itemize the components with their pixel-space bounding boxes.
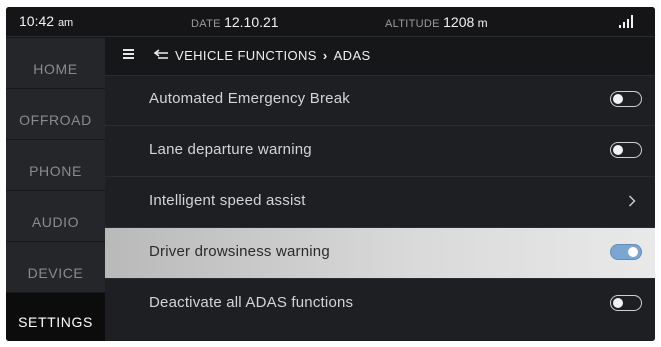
sidebar-nav: HOME OFFROAD PHONE AUDIO DEVICE SETTINGS (6, 37, 105, 341)
setting-label: Driver drowsiness warning (149, 243, 330, 260)
setting-row-driver-drowsiness-warning[interactable]: Driver drowsiness warning (105, 228, 655, 279)
toggle-switch[interactable] (610, 142, 642, 158)
sidebar-item-label: HOME (33, 61, 78, 77)
setting-row-intelligent-speed-assist[interactable]: Intelligent speed assist (105, 177, 655, 228)
sidebar-item-label: PHONE (29, 163, 82, 179)
setting-label: Intelligent speed assist (149, 192, 306, 209)
altitude-unit: m (477, 16, 488, 30)
toggle-knob (612, 93, 623, 104)
chevron-right-icon (629, 195, 636, 207)
toggle-knob (628, 246, 638, 257)
sidebar-item-audio[interactable]: AUDIO (6, 190, 105, 241)
altitude-readout: ALTITUDE 1208 m (385, 14, 488, 30)
breadcrumb-separator-icon: › (322, 48, 328, 63)
infotainment-screen: 10:42 am DATE 12.10.21 ALTITUDE 1208 m H… (6, 7, 655, 341)
sidebar-item-label: OFFROAD (19, 112, 92, 128)
toggle-switch[interactable] (610, 91, 642, 107)
setting-row-automated-emergency-break[interactable]: Automated Emergency Break (105, 75, 655, 126)
setting-row-lane-departure-warning[interactable]: Lane departure warning (105, 126, 655, 177)
setting-label: Automated Emergency Break (149, 90, 350, 107)
altitude-value: 1208 (443, 14, 475, 30)
toggle-knob (612, 297, 623, 308)
sidebar-item-home[interactable]: HOME (6, 37, 105, 88)
setting-label: Deactivate all ADAS functions (149, 294, 354, 311)
toggle-knob (612, 144, 623, 155)
breadcrumb-header: VEHICLE FUNCTIONS › ADAS (105, 37, 655, 76)
breadcrumb: VEHICLE FUNCTIONS › ADAS (175, 48, 371, 63)
main-panel: VEHICLE FUNCTIONS › ADAS Automated Emergen… (105, 37, 655, 341)
toggle-switch[interactable] (610, 295, 642, 311)
sidebar-item-label: SETTINGS (18, 314, 93, 330)
setting-row-deactivate-all-adas[interactable]: Deactivate all ADAS functions (105, 279, 655, 330)
altitude-label: ALTITUDE (385, 18, 440, 30)
sidebar-item-label: AUDIO (31, 214, 80, 230)
breadcrumb-current: ADAS (333, 48, 371, 63)
clock-ampm: am (57, 17, 74, 29)
sidebar-item-offroad[interactable]: OFFROAD (6, 88, 105, 139)
signal-strength-icon (619, 15, 637, 28)
sidebar-item-device[interactable]: DEVICE (6, 241, 105, 292)
back-arrow-icon[interactable] (153, 47, 171, 63)
hamburger-menu-icon[interactable] (123, 49, 134, 59)
breadcrumb-parent[interactable]: VEHICLE FUNCTIONS (175, 48, 317, 63)
date-value: 12.10.21 (224, 14, 279, 30)
sidebar-item-label: DEVICE (27, 265, 84, 281)
sidebar-item-phone[interactable]: PHONE (6, 139, 105, 190)
status-bar: 10:42 am DATE 12.10.21 ALTITUDE 1208 m (6, 7, 655, 37)
sidebar-item-settings[interactable]: SETTINGS (6, 292, 105, 341)
date-readout: DATE 12.10.21 (191, 14, 279, 30)
clock: 10:42 am (19, 13, 74, 29)
setting-label: Lane departure warning (149, 141, 312, 158)
date-label: DATE (191, 18, 221, 30)
toggle-switch[interactable] (610, 244, 642, 260)
